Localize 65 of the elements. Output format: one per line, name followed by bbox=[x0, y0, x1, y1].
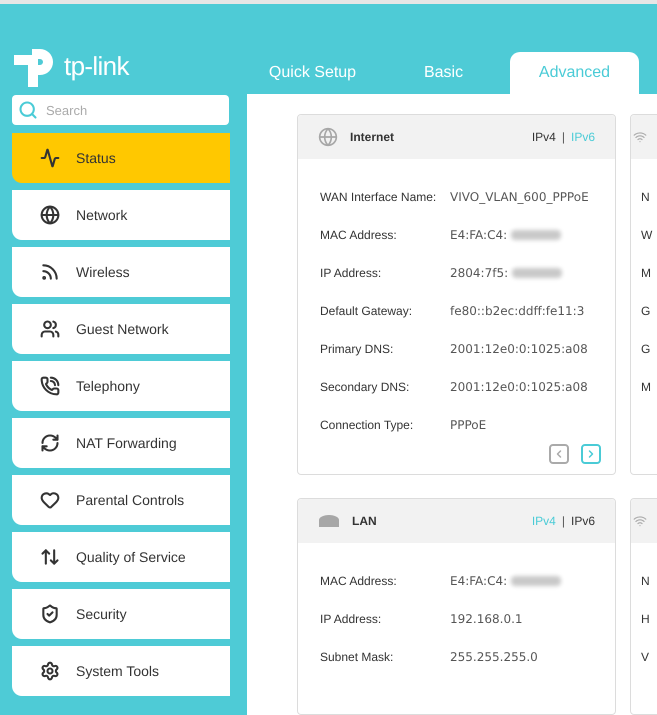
field-value: 192.168.0.1 bbox=[450, 611, 523, 628]
field-value: fe80::b2ec:ddff:fe11:3 bbox=[450, 303, 584, 320]
gear-icon bbox=[40, 661, 60, 681]
field-label: V bbox=[641, 649, 650, 666]
field-value: 2804:7f5: bbox=[450, 265, 508, 282]
sidebar-item[interactable]: Network bbox=[12, 190, 230, 240]
field-label: IP Address: bbox=[320, 265, 382, 282]
sidebar-item[interactable]: Security bbox=[12, 589, 230, 639]
field-label: M bbox=[641, 265, 651, 282]
card-title: LAN bbox=[352, 513, 377, 530]
blurred-value bbox=[511, 230, 562, 240]
field-label: Secondary DNS: bbox=[320, 379, 410, 396]
shield-icon bbox=[40, 604, 60, 624]
sidebar-item[interactable]: NAT Forwarding bbox=[12, 418, 230, 468]
sidebar-item[interactable]: Status bbox=[12, 133, 230, 183]
field-label: MAC Address: bbox=[320, 573, 398, 590]
heart-icon bbox=[40, 490, 60, 510]
field-label: MAC Address: bbox=[320, 227, 398, 244]
field-label: H bbox=[641, 611, 650, 628]
arrows-circle-icon bbox=[40, 433, 60, 453]
field-value: VIVO_VLAN_600_PPPoE bbox=[450, 189, 589, 206]
sidebar-item[interactable]: Quality of Service bbox=[12, 532, 230, 582]
field-label: IP Address: bbox=[320, 611, 382, 628]
field-label: Subnet Mask: bbox=[320, 649, 394, 666]
sidebar-item[interactable]: Guest Network bbox=[12, 304, 230, 354]
field-label: WAN Interface Name: bbox=[320, 189, 438, 206]
wireless-icon bbox=[633, 514, 647, 528]
up-down-arrows-icon bbox=[40, 547, 60, 567]
sidebar-item[interactable]: Wireless bbox=[12, 247, 230, 297]
wireless-icon bbox=[40, 262, 60, 282]
globe-icon bbox=[318, 127, 338, 147]
field-label: G bbox=[641, 303, 650, 320]
field-value: E4:FA:C4: bbox=[450, 227, 508, 244]
field-label: W bbox=[641, 227, 652, 244]
search-field[interactable]: Search bbox=[12, 95, 229, 125]
field-value: E4:FA:C4: bbox=[450, 573, 508, 590]
field-label: N bbox=[641, 573, 650, 590]
search-icon bbox=[18, 100, 38, 120]
blurred-value bbox=[512, 268, 562, 278]
sidebar-item[interactable]: System Tools bbox=[12, 646, 230, 696]
field-label: Default Gateway: bbox=[320, 303, 414, 320]
field-label: N bbox=[641, 189, 650, 206]
logo-text: tp-link bbox=[64, 50, 129, 82]
sidebar-item[interactable]: Parental Controls bbox=[12, 475, 230, 525]
sidebar-item[interactable]: Telephony bbox=[12, 361, 230, 411]
protocol-toggle[interactable]: IPv6 bbox=[570, 512, 595, 530]
protocol-toggle[interactable]: IPv4 bbox=[532, 128, 556, 146]
card-title: Internet bbox=[350, 129, 394, 146]
field-label: Connection Type: bbox=[320, 417, 414, 434]
field-value: 2001:12e0:0:1025:a08 bbox=[450, 379, 588, 396]
wireless-icon bbox=[633, 130, 647, 144]
next-button[interactable] bbox=[581, 444, 601, 464]
globe-icon bbox=[40, 205, 60, 225]
pulse-icon bbox=[40, 148, 60, 168]
field-value: PPPoE bbox=[450, 417, 486, 434]
people-icon bbox=[40, 319, 60, 339]
separator: | bbox=[562, 129, 565, 146]
field-value: 2001:12e0:0:1025:a08 bbox=[450, 341, 588, 358]
field-label: Primary DNS: bbox=[320, 341, 394, 358]
separator: | bbox=[562, 513, 565, 530]
field-value: 255.255.255.0 bbox=[450, 649, 538, 666]
phone-icon bbox=[40, 376, 60, 396]
field-label: G bbox=[641, 341, 650, 358]
blurred-value bbox=[511, 576, 562, 586]
field-label: M bbox=[641, 379, 651, 396]
